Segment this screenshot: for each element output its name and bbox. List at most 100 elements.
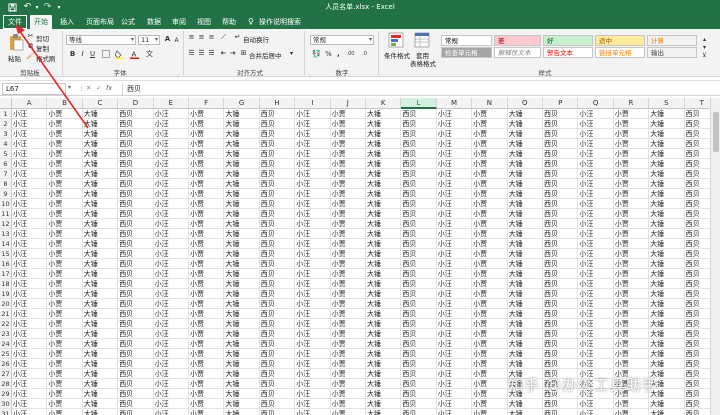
row-header[interactable]: 24 bbox=[0, 339, 12, 349]
cell[interactable]: 小汪 bbox=[436, 239, 473, 249]
cell[interactable]: 小贾 bbox=[189, 389, 225, 399]
percent-button[interactable]: % bbox=[324, 50, 333, 59]
cell[interactable]: 西贝 bbox=[543, 239, 579, 249]
cell[interactable]: 西贝 bbox=[543, 209, 579, 219]
cell[interactable]: 大锤 bbox=[507, 169, 543, 179]
cell[interactable]: 小贾 bbox=[47, 269, 83, 279]
cell[interactable]: 西贝 bbox=[543, 359, 579, 369]
cell[interactable]: 小汪 bbox=[578, 129, 614, 139]
column-header-i[interactable]: I bbox=[295, 98, 331, 109]
cell[interactable]: 小贾 bbox=[472, 209, 508, 219]
cell[interactable]: 西贝 bbox=[543, 289, 579, 299]
row-header[interactable]: 15 bbox=[0, 249, 12, 259]
cell[interactable]: 大锤 bbox=[366, 309, 402, 319]
cell[interactable]: 西贝 bbox=[118, 329, 154, 339]
cell[interactable]: 小汪 bbox=[436, 369, 473, 379]
cell[interactable]: 小汪 bbox=[153, 139, 189, 149]
cell[interactable]: 大锤 bbox=[224, 349, 260, 359]
cell[interactable]: 小汪 bbox=[153, 359, 189, 369]
cell[interactable]: 西贝 bbox=[118, 209, 154, 219]
cell[interactable]: 大锤 bbox=[366, 289, 402, 299]
cell[interactable]: 西贝 bbox=[543, 279, 579, 289]
cell[interactable]: 大锤 bbox=[224, 279, 260, 289]
cell[interactable]: 小汪 bbox=[12, 129, 48, 139]
cell[interactable]: 小贾 bbox=[472, 349, 508, 359]
cell[interactable]: 小贾 bbox=[472, 309, 508, 319]
cell[interactable]: 小汪 bbox=[153, 109, 189, 119]
row-header[interactable]: 11 bbox=[0, 209, 12, 219]
cell[interactable]: 小汪 bbox=[295, 409, 331, 415]
cell[interactable]: 西贝 bbox=[259, 369, 296, 379]
cell[interactable]: 西贝 bbox=[401, 199, 437, 209]
cell[interactable]: 西贝 bbox=[543, 159, 579, 169]
cell[interactable]: 大锤 bbox=[224, 239, 260, 249]
cell[interactable]: 小汪 bbox=[153, 379, 189, 389]
cell[interactable]: 大锤 bbox=[507, 149, 543, 159]
column-header-s[interactable]: S bbox=[649, 98, 685, 109]
cell[interactable]: 小贾 bbox=[330, 279, 366, 289]
cell[interactable]: 西贝 bbox=[401, 189, 437, 199]
cell[interactable]: 西贝 bbox=[401, 349, 437, 359]
cell[interactable]: 小贾 bbox=[330, 319, 366, 329]
cell[interactable]: 小汪 bbox=[578, 309, 614, 319]
cell[interactable]: 西贝 bbox=[401, 329, 437, 339]
cell[interactable]: 西贝 bbox=[259, 239, 296, 249]
cell[interactable]: 小贾 bbox=[472, 169, 508, 179]
shrink-font-button[interactable]: A bbox=[172, 36, 181, 45]
cell[interactable]: 小贾 bbox=[189, 349, 225, 359]
cell[interactable]: 小贾 bbox=[47, 169, 83, 179]
cell[interactable]: 小贾 bbox=[613, 319, 650, 329]
cell[interactable]: 西贝 bbox=[259, 349, 296, 359]
cell[interactable]: 大锤 bbox=[649, 239, 685, 249]
cell[interactable]: 小汪 bbox=[12, 139, 48, 149]
cell[interactable]: 大锤 bbox=[649, 199, 685, 209]
cell[interactable]: 大锤 bbox=[366, 249, 402, 259]
comma-button[interactable]: , bbox=[334, 50, 343, 59]
cell[interactable]: 小汪 bbox=[12, 209, 48, 219]
cell[interactable]: 小贾 bbox=[47, 409, 83, 415]
cell[interactable]: 西贝 bbox=[543, 349, 579, 359]
decrease-indent-icon[interactable]: ⇤ bbox=[219, 49, 228, 58]
cell[interactable]: 小贾 bbox=[189, 339, 225, 349]
cell[interactable]: 大锤 bbox=[366, 109, 402, 119]
cell[interactable]: 大锤 bbox=[224, 289, 260, 299]
cell[interactable]: 小汪 bbox=[295, 229, 331, 239]
cell[interactable]: 大锤 bbox=[366, 359, 402, 369]
cell[interactable]: 小贾 bbox=[330, 309, 366, 319]
cell[interactable]: 小贾 bbox=[613, 339, 650, 349]
row-header[interactable]: 29 bbox=[0, 389, 12, 399]
cell[interactable]: 小贾 bbox=[189, 329, 225, 339]
cell[interactable]: 小汪 bbox=[153, 129, 189, 139]
cell[interactable]: 大锤 bbox=[649, 399, 685, 409]
font-size-combo[interactable]: 11 ▾ bbox=[138, 35, 160, 45]
cell[interactable]: 大锤 bbox=[649, 219, 685, 229]
cell[interactable]: 西贝 bbox=[401, 249, 437, 259]
cell[interactable]: 西贝 bbox=[118, 289, 154, 299]
cell[interactable]: 西贝 bbox=[401, 289, 437, 299]
cell[interactable]: 西贝 bbox=[118, 389, 154, 399]
cell[interactable]: 小贾 bbox=[472, 269, 508, 279]
cell[interactable]: 大锤 bbox=[507, 179, 543, 189]
cell[interactable]: 大锤 bbox=[82, 319, 119, 329]
cell[interactable]: 大锤 bbox=[649, 299, 685, 309]
cell[interactable]: 小贾 bbox=[330, 239, 366, 249]
cell[interactable]: 西贝 bbox=[259, 109, 296, 119]
cell[interactable]: 大锤 bbox=[224, 249, 260, 259]
cell[interactable]: 大锤 bbox=[649, 249, 685, 259]
cell[interactable]: 小汪 bbox=[295, 239, 331, 249]
cell[interactable]: 小贾 bbox=[472, 189, 508, 199]
cell[interactable]: 大锤 bbox=[82, 159, 119, 169]
cell[interactable]: 小汪 bbox=[295, 119, 331, 129]
cell[interactable]: 小贾 bbox=[613, 229, 650, 239]
cell[interactable]: 小汪 bbox=[153, 399, 189, 409]
cell[interactable]: 小贾 bbox=[47, 119, 83, 129]
cell[interactable]: 小汪 bbox=[295, 339, 331, 349]
cell[interactable]: 小贾 bbox=[47, 289, 83, 299]
cell[interactable]: 小汪 bbox=[436, 299, 473, 309]
cell[interactable]: 小贾 bbox=[472, 219, 508, 229]
cell[interactable]: 大锤 bbox=[649, 139, 685, 149]
cell[interactable]: 小汪 bbox=[12, 379, 48, 389]
cell[interactable]: 大锤 bbox=[649, 149, 685, 159]
cell[interactable]: 小汪 bbox=[295, 259, 331, 269]
cell[interactable]: 西贝 bbox=[543, 109, 579, 119]
